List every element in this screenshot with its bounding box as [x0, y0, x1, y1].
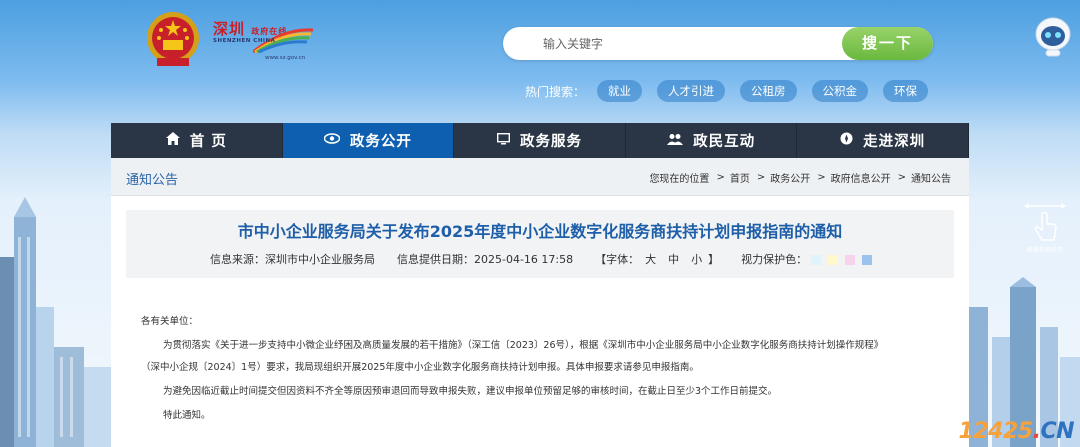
logo-subtitle: SHENZHEN CHINA: [213, 38, 276, 44]
article-paragraph: 为避免因临近截止时间提交但因资料不齐全等原因预审退回而导致申报失败，建议申报单位…: [163, 386, 778, 397]
breadcrumb-separator: >: [716, 172, 725, 183]
hot-tag-housing-fund[interactable]: 公积金: [811, 80, 869, 102]
users-icon: [667, 133, 684, 149]
breadcrumb-separator: >: [817, 172, 826, 183]
nav-label-government-affairs: 政务公开: [349, 134, 412, 150]
vision-color-cyan[interactable]: [810, 255, 821, 265]
font-size-medium[interactable]: 中: [668, 253, 679, 266]
article-header: 市中小企业服务局关于发布2025年度中小企业数字化服务商扶持计划申报指南的通知 …: [126, 210, 954, 278]
city-skyline-left: [0, 197, 112, 447]
breadcrumb-info-disclosure[interactable]: 政府信息公开: [831, 170, 891, 185]
vision-color-blue[interactable]: [861, 255, 872, 265]
breadcrumb-bar: 通知公告 您现在的位置 > 首页 > 政务公开 > 政府信息公开 > 通知公告: [111, 158, 969, 196]
nav-item-government-services[interactable]: 政务服务: [454, 123, 626, 158]
main-nav: 首 页 政务公开 政务服务 政民互动 走进深圳: [111, 123, 969, 158]
nav-label-explore-shenzhen: 走进深圳: [863, 134, 926, 150]
nav-item-public-interaction[interactable]: 政民互动: [626, 123, 798, 158]
content-panel: 通知公告 您现在的位置 > 首页 > 政务公开 > 政府信息公开 > 通知公告 …: [111, 158, 969, 447]
font-size-small[interactable]: 小: [691, 253, 702, 266]
hot-search-bar: 热门搜索： 就业 人才引进 公租房 公积金 环保: [525, 80, 943, 102]
logo-text: 深圳: [213, 20, 246, 38]
font-size-label: 【字体：: [595, 253, 640, 266]
article-paragraph: 特此通知。: [163, 410, 211, 421]
font-size-large[interactable]: 大: [645, 253, 656, 266]
article-paragraph: 为贯彻落实《关于进一步支持中小微企业纾困及高质量发展的若干措施》（深工信〔202…: [163, 340, 884, 351]
article-body: 各有关单位： 为贯彻落实《关于进一步支持中小微企业纾困及高质量发展的若干措施》（…: [141, 314, 951, 432]
breadcrumb-government-affairs[interactable]: 政务公开: [770, 170, 810, 185]
watermark-part-a: 12425: [958, 419, 1034, 444]
search-input[interactable]: [543, 35, 833, 52]
breadcrumb-separator: >: [897, 172, 906, 183]
nav-label-home: 首 页: [189, 134, 227, 150]
breadcrumb-prefix: 您现在的位置: [649, 174, 710, 185]
article-source: 信息来源：深圳市中小企业服务局: [210, 253, 375, 266]
national-emblem-icon: [147, 12, 199, 66]
font-size-control: 【字体： 大中小】: [595, 251, 719, 267]
logo-url: www.sz.gov.cn: [265, 55, 306, 61]
nav-item-government-affairs[interactable]: 政务公开: [282, 123, 455, 158]
hot-tag-talent[interactable]: 人才引进: [657, 80, 726, 102]
breadcrumb-notices[interactable]: 通知公告: [911, 170, 951, 185]
home-icon: [165, 132, 180, 149]
breadcrumb-separator: >: [756, 172, 766, 183]
vision-protect-label: 视力保护色：: [741, 253, 808, 266]
site-watermark: 12425.CN: [958, 419, 1075, 444]
hand-swipe-icon: [1024, 203, 1066, 241]
article-paragraph: （深中小企规〔2024〕1号）要求，我局现组织开展2025年度中小企业数字化服务…: [141, 362, 699, 373]
hot-tag-environment[interactable]: 环保: [883, 80, 929, 102]
nav-label-government-services: 政务服务: [519, 134, 582, 150]
robot-assistant-icon[interactable]: [1034, 14, 1072, 58]
nav-label-public-interaction: 政民互动: [693, 134, 756, 150]
vision-protect-control: 视力保护色：: [741, 251, 879, 267]
section-title: 通知公告: [126, 173, 179, 188]
search-box: 搜一下: [503, 27, 933, 60]
article-date: 信息提供日期：2025-04-16 17:58: [397, 253, 574, 266]
watermark-part-c: CN: [1040, 419, 1074, 444]
site-logo[interactable]: 深圳 政府在线 SHENZHEN CHINA www.sz.gov.cn: [213, 18, 313, 64]
nav-item-explore-shenzhen[interactable]: 走进深圳: [797, 123, 969, 158]
monitor-icon: [496, 132, 510, 149]
search-button[interactable]: 搜一下: [842, 27, 933, 60]
article-salutation: 各有关单位：: [141, 316, 199, 327]
hot-tag-public-housing[interactable]: 公租房: [740, 80, 797, 102]
article-title: 市中小企业服务局关于发布2025年度中小企业数字化服务商扶持计划申报指南的通知: [237, 222, 843, 241]
compass-icon: [840, 132, 853, 149]
vision-color-pink[interactable]: [844, 255, 855, 265]
article-meta: 信息来源：深圳市中小企业服务局 信息提供日期：2025-04-16 17:58 …: [210, 251, 901, 267]
vision-color-yellow[interactable]: [827, 255, 838, 265]
touch-scroll-hint[interactable]: 触摸右侧延开: [1022, 200, 1068, 258]
nav-item-home[interactable]: 首 页: [111, 123, 283, 158]
hot-tag-employment[interactable]: 就业: [597, 80, 643, 102]
touch-scroll-label: 触摸右侧延开: [1026, 247, 1063, 254]
breadcrumb: 您现在的位置 > 首页 > 政务公开 > 政府信息公开 > 通知公告: [649, 170, 951, 185]
font-size-close: 】: [708, 253, 720, 266]
hot-search-label: 热门搜索：: [525, 84, 586, 99]
breadcrumb-home[interactable]: 首页: [730, 170, 750, 185]
eye-icon: [323, 133, 341, 148]
